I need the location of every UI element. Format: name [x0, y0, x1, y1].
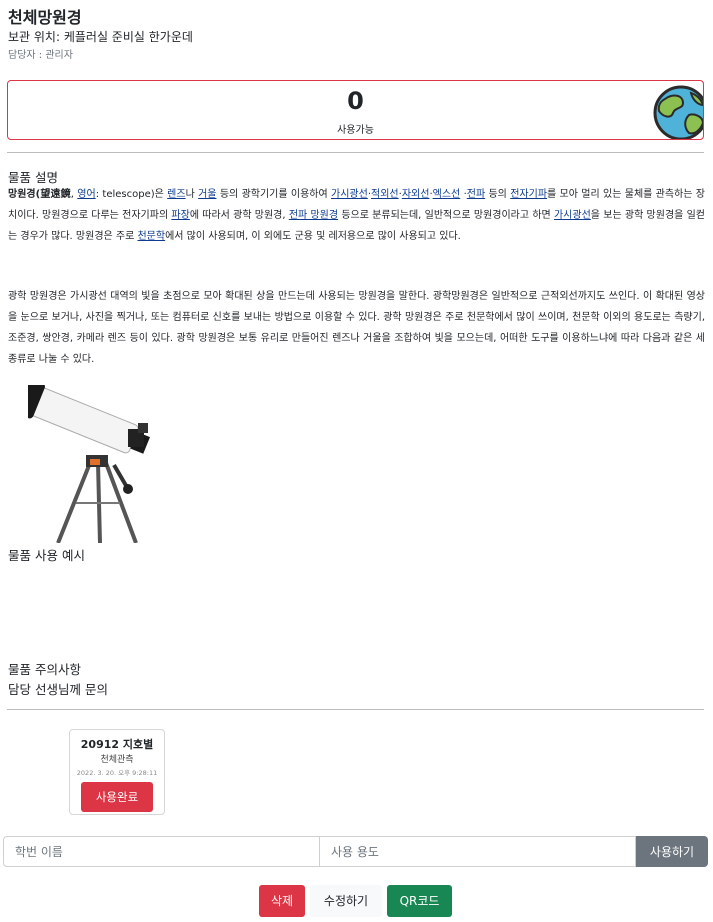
- link-wavelength[interactable]: 파장: [171, 210, 189, 221]
- qr-code-button[interactable]: QR코드: [387, 885, 452, 917]
- storage-location: 보관 위치: 케플러실 준비실 한가운데: [8, 30, 193, 44]
- text: 나: [185, 189, 199, 200]
- return-button[interactable]: 사용완료: [81, 782, 153, 812]
- link-visible-light[interactable]: 가시광선: [331, 189, 368, 200]
- available-label: 사용가능: [337, 125, 374, 136]
- link-infrared[interactable]: 적외선: [371, 189, 399, 200]
- telescope-image: [28, 385, 150, 543]
- divider: [7, 152, 704, 153]
- text: 등으로 분류되는데, 일반적으로 망원경이라고 하면: [338, 210, 554, 221]
- purpose-input[interactable]: [319, 836, 636, 867]
- link-astronomy[interactable]: 천문학: [137, 231, 165, 242]
- history-student: 20912 지호별: [80, 738, 154, 751]
- caution-title: 물품 주의사항: [8, 662, 81, 677]
- divider: [7, 709, 704, 710]
- student-input[interactable]: [3, 836, 320, 867]
- link-visible-light-2[interactable]: 가시광선: [554, 210, 591, 221]
- term: 망원경(: [8, 189, 41, 200]
- link-lens[interactable]: 렌즈: [167, 189, 185, 200]
- link-xray[interactable]: 엑스선: [433, 189, 461, 200]
- text: : telescope)은: [95, 189, 168, 200]
- manager-label: 담당자 : 관리자: [8, 50, 73, 61]
- link-english[interactable]: 영어: [77, 189, 95, 200]
- link-radio[interactable]: 전파: [467, 189, 485, 200]
- link-radio-telescope[interactable]: 전파 망원경: [289, 210, 338, 221]
- description-paragraph: 망원경(望遠鏡, 영어: telescope)은 렌즈나 거울 등의 광학기기를…: [8, 184, 705, 247]
- use-button[interactable]: 사용하기: [636, 836, 708, 867]
- text: 에 따라서 광학 망원경,: [189, 210, 289, 221]
- availability-card: 0 사용가능: [7, 80, 704, 140]
- edit-button[interactable]: 수정하기: [310, 885, 382, 917]
- term-hanja: 望遠鏡: [40, 189, 71, 200]
- text: 등의: [485, 189, 511, 200]
- globe-icon: [653, 85, 703, 139]
- text: 등의 광학기기를 이용하여: [216, 189, 332, 200]
- page-title: 천체망원경: [8, 8, 82, 27]
- link-mirror[interactable]: 거울: [198, 189, 216, 200]
- link-em-wave[interactable]: 전자기파: [510, 189, 547, 200]
- text: 에서 많이 사용되며, 이 외에도 군용 및 레저용으로 많이 사용되고 있다.: [165, 231, 461, 242]
- use-form: 사용하기: [3, 836, 708, 867]
- link-ultraviolet[interactable]: 자외선: [402, 189, 430, 200]
- caution-text: 담당 선생님께 문의: [8, 682, 108, 697]
- usage-history-card: 20912 지호별 천체관측 2022. 3. 20. 오후 9:28:11 사…: [69, 729, 165, 815]
- history-purpose: 천체관측: [100, 755, 134, 765]
- delete-button[interactable]: 삭제: [259, 885, 305, 917]
- description-paragraph-2: 광학 망원경은 가시광선 대역의 빛을 초점으로 모아 확대된 상을 만드는데 …: [8, 291, 705, 365]
- available-count: 0: [347, 87, 364, 115]
- usage-example-title: 물품 사용 예시: [8, 548, 85, 563]
- history-timestamp: 2022. 3. 20. 오후 9:28:11: [76, 769, 158, 777]
